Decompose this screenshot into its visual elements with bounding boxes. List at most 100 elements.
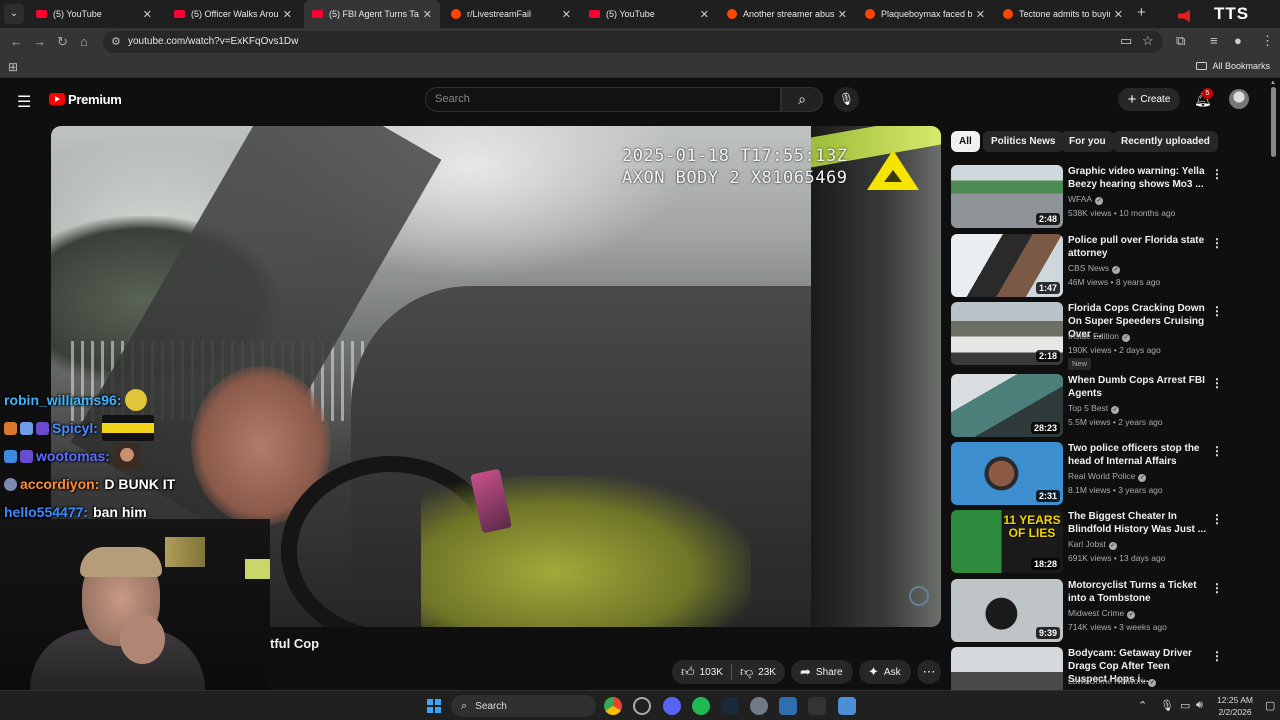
video-title[interactable]: Motorcyclist Turns a Ticket into a Tombs… <box>1068 579 1208 605</box>
browser-tab[interactable]: Another streamer abusing ✕ <box>719 0 855 28</box>
chip-recently-uploaded[interactable]: Recently uploaded <box>1113 131 1218 152</box>
back-arrow-icon[interactable]: ← <box>10 34 23 49</box>
search-input[interactable] <box>435 93 765 105</box>
close-icon[interactable]: ✕ <box>700 8 709 21</box>
channel-name[interactable]: Karl Jobst ✓ <box>1068 539 1117 550</box>
video-thumbnail[interactable]: 2:48 <box>951 165 1063 228</box>
youtube-premium-brand[interactable]: Premium <box>68 92 122 107</box>
video-thumbnail[interactable]: 1:47 <box>951 234 1063 297</box>
microphone-tray-icon[interactable]: 🎙︎ <box>1160 699 1174 712</box>
bookmark-star-icon[interactable]: ☆ <box>1142 33 1154 49</box>
video-thumbnail[interactable]: 11 YEARS OF LIES 18:28 <box>951 510 1063 573</box>
create-button[interactable]: + Create <box>1118 88 1180 111</box>
channel-name[interactable]: CBS News ✓ <box>1068 263 1121 274</box>
account-avatar[interactable] <box>1229 89 1249 109</box>
notification-center-icon[interactable]: ▢ <box>1265 699 1275 712</box>
browser-tab[interactable]: (5) YouTube ✕ <box>581 0 717 28</box>
browser-tab-active[interactable]: (5) FBI Agent Turns Tables ✕ <box>304 0 440 28</box>
all-bookmarks-button[interactable]: All Bookmarks <box>1196 61 1270 71</box>
kebab-menu-icon[interactable]: ⋮ <box>1211 581 1223 595</box>
profile-avatar-icon[interactable]: ● <box>1234 33 1242 48</box>
recommended-video[interactable]: 2:48 Graphic video warning: Yella Beezy … <box>951 165 1263 229</box>
recommended-video[interactable]: 2:18 Florida Cops Cracking Down On Super… <box>951 302 1263 370</box>
channel-watermark-icon[interactable] <box>909 586 929 606</box>
reading-list-icon[interactable]: ≡ <box>1210 33 1218 48</box>
url-text[interactable]: youtube.com/watch?v=ExKFqOvs1Dw <box>128 36 298 47</box>
notepad-icon[interactable] <box>838 697 856 715</box>
site-info-icon[interactable]: ⚙ <box>111 35 121 48</box>
channel-name[interactable]: Law&Crime Network ✓ <box>1068 676 1157 687</box>
close-icon[interactable]: ✕ <box>976 8 985 21</box>
search-box[interactable] <box>425 87 781 112</box>
recommended-video[interactable]: 9:39 Motorcyclist Turns a Ticket into a … <box>951 579 1263 643</box>
video-thumbnail[interactable]: 2:18 <box>951 302 1063 365</box>
kebab-menu-icon[interactable]: ⋮ <box>1211 444 1223 458</box>
video-title[interactable]: Two police officers stop the head of Int… <box>1068 442 1208 468</box>
reload-icon[interactable]: ↻ <box>57 34 68 50</box>
close-icon[interactable]: ✕ <box>838 8 847 21</box>
search-button[interactable]: ⌕ <box>781 87 823 112</box>
kebab-menu-icon[interactable]: ⋮ <box>1211 649 1223 663</box>
ask-button[interactable]: ✦ Ask <box>859 660 911 684</box>
cast-icon[interactable]: ▭ <box>1120 33 1132 49</box>
page-scrollbar-thumb[interactable] <box>1271 87 1276 157</box>
recommended-video[interactable]: 28:23 When Dumb Cops Arrest FBI Agents T… <box>951 374 1263 438</box>
more-actions-button[interactable]: ⋯ <box>917 660 941 684</box>
scroll-up-arrow-icon[interactable]: ▲ <box>1270 80 1276 86</box>
video-title[interactable]: Police pull over Florida state attorney <box>1068 234 1208 260</box>
share-button[interactable]: ➦ Share <box>791 660 853 684</box>
tray-chevron-up-icon[interactable]: ⌃ <box>1138 699 1147 712</box>
kebab-menu-icon[interactable]: ⋮ <box>1261 33 1274 49</box>
chip-all[interactable]: All <box>951 131 980 152</box>
video-thumbnail[interactable] <box>951 647 1063 690</box>
new-tab-plus-icon[interactable]: + <box>1137 4 1146 21</box>
apps-grid-icon[interactable]: ⊞ <box>8 60 18 74</box>
taskbar-search-box[interactable]: ⌕ Search <box>451 695 596 717</box>
extensions-icon[interactable]: ⧉ <box>1176 33 1185 49</box>
chrome-icon[interactable] <box>604 697 622 715</box>
epic-games-icon[interactable] <box>808 697 826 715</box>
volume-icon[interactable]: 🔊︎ <box>1196 699 1203 712</box>
kebab-menu-icon[interactable]: ⋮ <box>1211 376 1223 390</box>
discord-icon[interactable] <box>663 697 681 715</box>
close-icon[interactable]: ✕ <box>562 8 571 21</box>
channel-name[interactable]: Midwest Crime ✓ <box>1068 608 1136 619</box>
recommended-video[interactable]: 2:31 Two police officers stop the head o… <box>951 442 1263 506</box>
photos-icon[interactable] <box>779 697 797 715</box>
voice-search-button[interactable]: 🎙︎ <box>834 87 859 112</box>
settings-gear-icon[interactable] <box>750 697 768 715</box>
recommended-video[interactable]: 1:47 Police pull over Florida state atto… <box>951 234 1263 298</box>
chip-politics-news[interactable]: Politics News <box>983 131 1064 152</box>
close-icon[interactable]: ✕ <box>143 8 152 21</box>
close-icon[interactable]: ✕ <box>423 8 432 21</box>
video-title[interactable]: Graphic video warning: Yella Beezy heari… <box>1068 165 1208 191</box>
channel-name[interactable]: WFAA ✓ <box>1068 194 1104 205</box>
chip-for-you[interactable]: For you <box>1061 131 1114 152</box>
network-icon[interactable]: ▭ <box>1180 699 1190 712</box>
kebab-menu-icon[interactable]: ⋮ <box>1211 236 1223 250</box>
tab-search-chevron-icon[interactable]: ⌄ <box>4 4 24 24</box>
forward-arrow-icon[interactable]: → <box>33 34 46 49</box>
video-thumbnail[interactable]: 28:23 <box>951 374 1063 437</box>
address-bar[interactable]: ⚙ youtube.com/watch?v=ExKFqOvs1Dw <box>103 31 1163 53</box>
youtube-logo-icon[interactable] <box>49 93 65 105</box>
kebab-menu-icon[interactable]: ⋮ <box>1211 512 1223 526</box>
browser-tab[interactable]: Plaqueboymax faced bac ✕ <box>857 0 993 28</box>
channel-name[interactable]: Top 5 Best ✓ <box>1068 403 1120 414</box>
dislike-button[interactable]: 👎︎ 23K <box>732 664 784 680</box>
spotify-icon[interactable] <box>692 697 710 715</box>
kebab-menu-icon[interactable]: ⋮ <box>1211 167 1223 181</box>
home-icon[interactable]: ⌂ <box>80 34 88 49</box>
recommended-video[interactable]: 11 YEARS OF LIES 18:28 The Biggest Cheat… <box>951 510 1263 574</box>
browser-tab[interactable]: (5) YouTube ✕ <box>28 0 160 28</box>
video-title[interactable]: When Dumb Cops Arrest FBI Agents <box>1068 374 1208 400</box>
system-clock[interactable]: 12:25 AM 2/2/2026 <box>1210 694 1260 718</box>
like-button[interactable]: 👍︎ 103K <box>672 664 732 680</box>
browser-tab[interactable]: r/LivestreamFail ✕ <box>443 0 579 28</box>
recommended-video[interactable]: Bodycam: Getaway Driver Drags Cop After … <box>951 647 1263 690</box>
kebab-menu-icon[interactable]: ⋮ <box>1211 304 1223 318</box>
channel-name[interactable]: Real World Police ✓ <box>1068 471 1147 482</box>
channel-name[interactable]: Inside Edition ✓ <box>1068 331 1131 342</box>
close-icon[interactable]: ✕ <box>283 8 292 21</box>
browser-tab[interactable]: (5) Officer Walks Around ✕ <box>166 0 300 28</box>
